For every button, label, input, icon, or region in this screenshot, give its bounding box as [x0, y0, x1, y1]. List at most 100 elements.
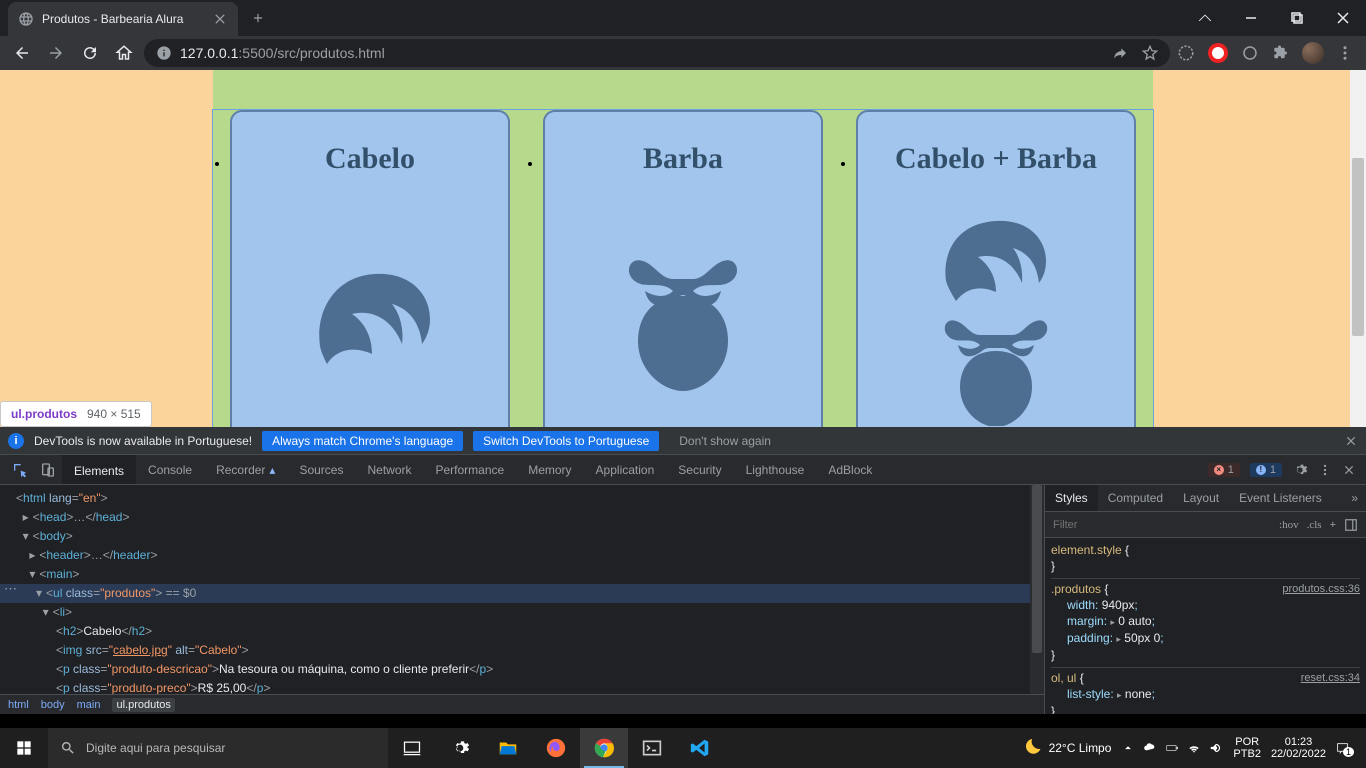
extension-1[interactable] — [1176, 43, 1196, 63]
tab-computed[interactable]: Computed — [1098, 485, 1173, 511]
tab-sources[interactable]: Sources — [287, 455, 355, 484]
globe-icon — [18, 11, 34, 27]
hov-toggle[interactable]: :hov — [1279, 519, 1299, 531]
element-hover-tooltip: ul.produtos 940 × 515 — [0, 401, 152, 427]
taskbar-clock[interactable]: 01:2322/02/2022 — [1271, 736, 1326, 760]
chrome-menu-icon[interactable] — [1336, 44, 1354, 62]
styles-rules[interactable]: element.style {} produtos.css:36 .produt… — [1045, 538, 1366, 714]
forward-button[interactable] — [42, 39, 70, 67]
taskbar-chrome[interactable] — [580, 728, 628, 768]
battery-icon[interactable] — [1165, 741, 1179, 755]
bookmark-icon[interactable] — [1142, 45, 1158, 61]
back-button[interactable] — [8, 39, 36, 67]
produtos-list: Cabelo Barba Cabelo + Barba — [213, 110, 1153, 427]
infobar-switch[interactable]: Switch DevTools to Portuguese — [473, 431, 659, 451]
devtools-body: <html lang="en"> ▸<head>…</head> ▾<body>… — [0, 485, 1366, 714]
product-card-cabelo[interactable]: Cabelo — [230, 110, 510, 427]
styles-tabs: Styles Computed Layout Event Listeners » — [1045, 485, 1366, 512]
tab-layout[interactable]: Layout — [1173, 485, 1229, 511]
panel-toggle-icon[interactable] — [1344, 518, 1358, 532]
tab-recorder[interactable]: Recorder ▴ — [204, 455, 287, 484]
card-title: Cabelo + Barba — [858, 142, 1134, 176]
close-icon[interactable] — [212, 11, 228, 27]
page-content: Cabelo Barba Cabelo + Barba — [213, 70, 1153, 427]
beard-icon — [545, 216, 821, 416]
chevron-up-icon[interactable] — [1121, 741, 1135, 755]
product-card-barba[interactable]: Barba — [543, 110, 823, 427]
infobar-always-match[interactable]: Always match Chrome's language — [262, 431, 463, 451]
dom-selected-line[interactable]: ▾<ul class="produtos"> == $0 — [0, 584, 1044, 603]
devtools-tabs: Elements Console Recorder ▴ Sources Netw… — [0, 455, 1366, 485]
profile-avatar[interactable] — [1302, 42, 1324, 64]
taskbar-weather[interactable]: 22°C Limpo — [1023, 738, 1112, 758]
volume-icon[interactable] — [1209, 741, 1223, 755]
line-actions-icon[interactable]: ⋯ — [0, 581, 17, 597]
window-tab-overview[interactable] — [1182, 0, 1228, 36]
page-scrollbar[interactable] — [1350, 70, 1366, 427]
tab-event-listeners[interactable]: Event Listeners — [1229, 485, 1332, 511]
new-rule-icon[interactable]: + — [1330, 519, 1336, 531]
styles-filter-bar: :hov .cls + — [1045, 512, 1366, 538]
browser-tab[interactable]: Produtos - Barbearia Alura — [8, 2, 238, 36]
more-icon[interactable] — [1318, 463, 1332, 477]
wifi-icon[interactable] — [1187, 741, 1201, 755]
share-icon[interactable] — [1112, 45, 1128, 61]
tab-adblock[interactable]: AdBlock — [816, 455, 884, 484]
taskbar-terminal[interactable] — [628, 728, 676, 768]
window-close[interactable] — [1320, 0, 1366, 36]
hover-dimensions: 940 × 515 — [87, 407, 141, 421]
tab-elements[interactable]: Elements — [62, 455, 136, 484]
info-icon: i — [8, 433, 24, 449]
device-toolbar-icon[interactable] — [34, 455, 62, 484]
tab-styles[interactable]: Styles — [1045, 485, 1098, 511]
site-info-icon[interactable] — [156, 45, 172, 61]
tab-network[interactable]: Network — [355, 455, 423, 484]
tab-application[interactable]: Application — [584, 455, 667, 484]
start-button[interactable] — [0, 728, 48, 768]
extension-2[interactable] — [1208, 43, 1228, 63]
home-button[interactable] — [110, 39, 138, 67]
dom-scrollbar[interactable] — [1030, 485, 1044, 697]
taskbar-explorer[interactable] — [484, 728, 532, 768]
language-indicator[interactable]: PORPTB2 — [1233, 736, 1261, 760]
tab-memory[interactable]: Memory — [516, 455, 583, 484]
issues-badge[interactable]: !1 — [1250, 463, 1282, 477]
window-maximize[interactable] — [1274, 0, 1320, 36]
taskbar-settings[interactable] — [436, 728, 484, 768]
product-card-cabelo-barba[interactable]: Cabelo + Barba — [856, 110, 1136, 427]
taskbar-search[interactable]: Digite aqui para pesquisar — [48, 728, 388, 768]
task-view-icon[interactable] — [388, 728, 436, 768]
browser-tab-strip: Produtos - Barbearia Alura — [0, 0, 1366, 36]
tab-console[interactable]: Console — [136, 455, 204, 484]
close-icon[interactable] — [1342, 463, 1356, 477]
more-tabs-icon[interactable]: » — [1343, 485, 1366, 511]
error-badge[interactable]: ×1 — [1208, 463, 1240, 477]
dom-breadcrumbs[interactable]: html body main ul.produtos — [0, 694, 1044, 714]
url-path: /src/produtos.html — [273, 45, 384, 61]
tab-performance[interactable]: Performance — [424, 455, 517, 484]
close-icon[interactable] — [1344, 434, 1358, 448]
card-title: Barba — [545, 142, 821, 176]
url-port: :5500 — [238, 45, 273, 61]
cls-toggle[interactable]: .cls — [1307, 519, 1322, 531]
onedrive-icon[interactable] — [1143, 741, 1157, 755]
gear-icon[interactable] — [1292, 462, 1308, 478]
tab-security[interactable]: Security — [666, 455, 733, 484]
styles-filter-input[interactable] — [1053, 519, 1271, 531]
taskbar-firefox[interactable] — [532, 728, 580, 768]
dom-tree-panel[interactable]: <html lang="en"> ▸<head>…</head> ▾<body>… — [0, 485, 1044, 714]
tab-lighthouse[interactable]: Lighthouse — [734, 455, 817, 484]
search-icon — [60, 740, 76, 756]
reload-button[interactable] — [76, 39, 104, 67]
system-tray[interactable] — [1121, 741, 1223, 755]
inspect-tool-icon[interactable] — [6, 455, 34, 484]
extension-3[interactable] — [1240, 43, 1260, 63]
hair-icon — [232, 216, 508, 416]
window-minimize[interactable] — [1228, 0, 1274, 36]
taskbar-vscode[interactable] — [676, 728, 724, 768]
infobar-dismiss[interactable]: Don't show again — [669, 431, 781, 451]
notifications-icon[interactable]: 1 — [1336, 739, 1360, 757]
extensions-icon[interactable] — [1272, 44, 1290, 62]
address-bar[interactable]: 127.0.0.1:5500/src/produtos.html — [144, 39, 1170, 67]
new-tab-button[interactable] — [244, 4, 272, 32]
